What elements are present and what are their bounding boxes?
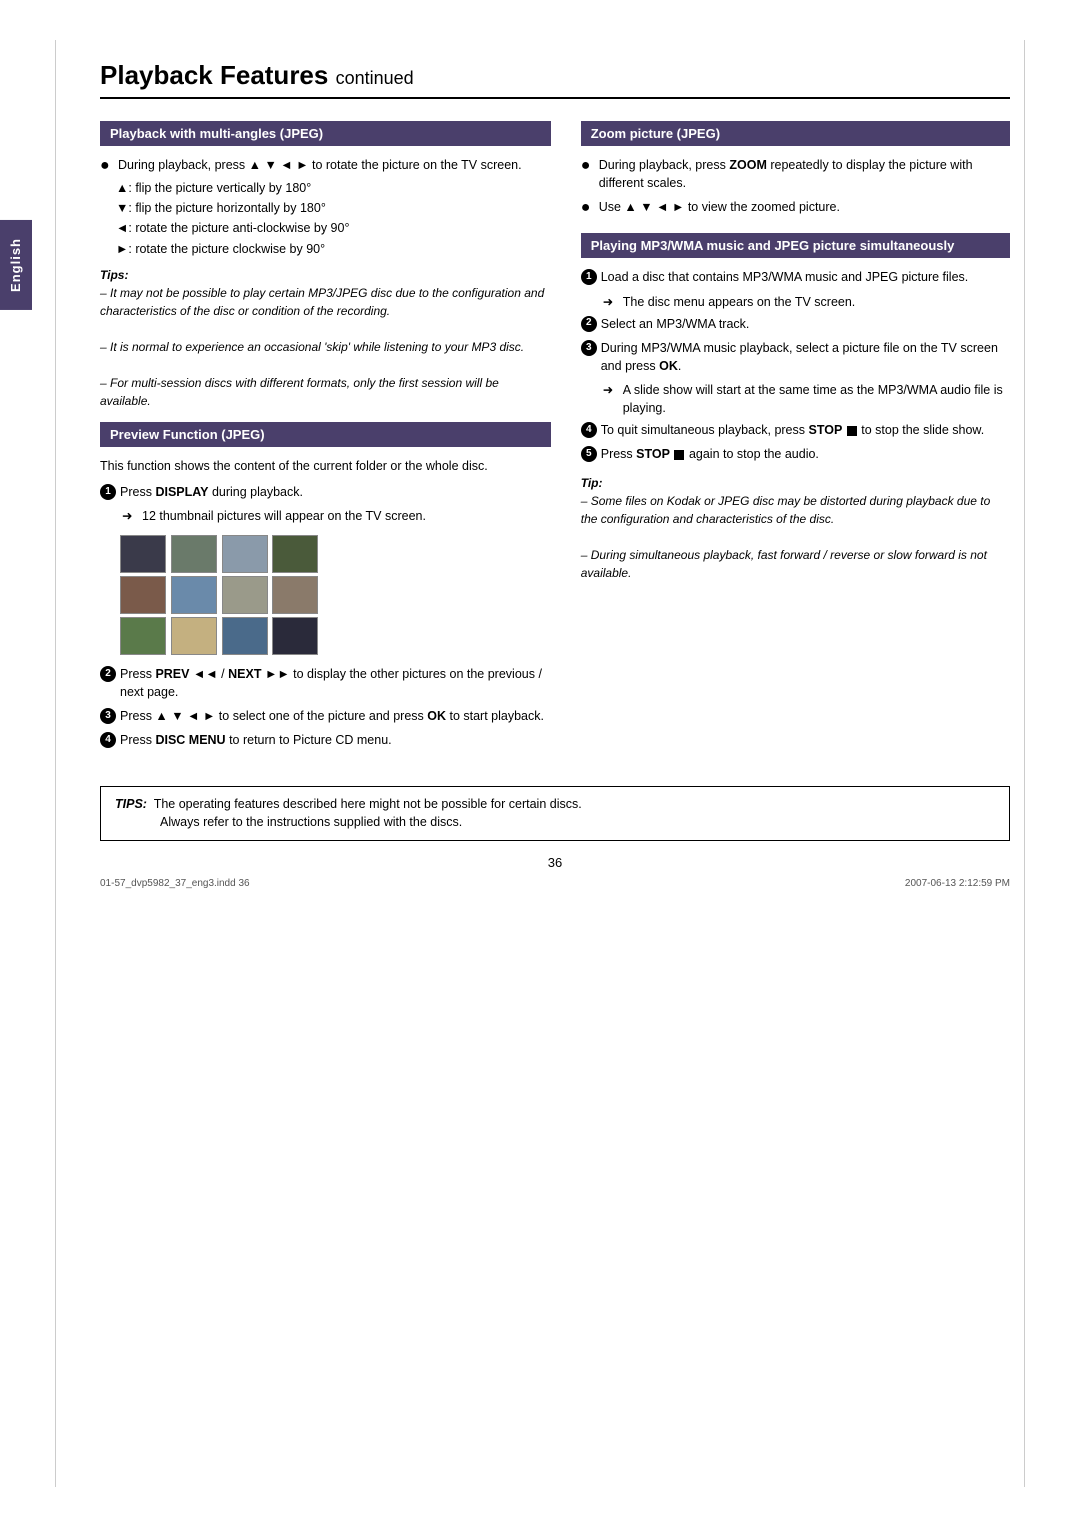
preview-steps: 1 Press DISPLAY during playback. ➜ 12 th…	[100, 483, 551, 750]
thumb-8	[272, 576, 318, 614]
bullet-dot-zoom1: ●	[581, 156, 595, 175]
thumb-12	[272, 617, 318, 655]
sub-item-4: ►: rotate the picture clockwise by 90°	[116, 240, 551, 258]
step-num-2: 2	[100, 666, 116, 682]
sim-step-4: 4 To quit simultaneous playback, press S…	[581, 421, 1010, 439]
stop-symbol-5	[674, 450, 684, 460]
sim-step-num-5: 5	[581, 446, 597, 462]
left-column: Playback with multi-angles (JPEG) ● Duri…	[100, 121, 551, 756]
file-info-left: 01-57_dvp5982_37_eng3.indd 36	[100, 878, 250, 889]
zoom-bullet2: ● Use ▲ ▼ ◄ ► to view the zoomed picture…	[581, 198, 1010, 217]
sub-item-3: ◄: rotate the picture anti-clockwise by …	[116, 219, 551, 237]
section-header-multiangles: Playback with multi-angles (JPEG)	[100, 121, 551, 146]
preview-step-1: 1 Press DISPLAY during playback.	[100, 483, 551, 501]
section-header-simultaneous: Playing MP3/WMA music and JPEG picture s…	[581, 233, 1010, 258]
sim-step-num-4: 4	[581, 422, 597, 438]
preview-step-3: 3 Press ▲ ▼ ◄ ► to select one of the pic…	[100, 707, 551, 725]
thumb-3	[222, 535, 268, 573]
footer-tips-text2: Always refer to the instructions supplie…	[160, 815, 462, 829]
page-number: 36	[100, 855, 1010, 870]
thumb-11	[222, 617, 268, 655]
left-margin-line	[55, 40, 56, 1487]
sim-step-1-arrow: ➜ The disc menu appears on the TV screen…	[603, 293, 1010, 311]
step-num-4: 4	[100, 732, 116, 748]
multiangle-bullet1: ● During playback, press ▲ ▼ ◄ ► to rota…	[100, 156, 551, 175]
sim-step-num-2: 2	[581, 316, 597, 332]
sim-step-3-arrow: ➜ A slide show will start at the same ti…	[603, 381, 1010, 417]
preview-intro: This function shows the content of the c…	[100, 457, 551, 475]
footer-tips-label: TIPS:	[115, 797, 147, 811]
sim-step-1: 1 Load a disc that contains MP3/WMA musi…	[581, 268, 1010, 286]
thumb-6	[171, 576, 217, 614]
simultaneous-steps: 1 Load a disc that contains MP3/WMA musi…	[581, 268, 1010, 463]
file-info-right: 2007-06-13 2:12:59 PM	[905, 878, 1010, 889]
side-tab-english: English	[0, 220, 32, 310]
zoom-bullet1: ● During playback, press ZOOM repeatedly…	[581, 156, 1010, 192]
multiangle-sublist: ▲: flip the picture vertically by 180° ▼…	[116, 179, 551, 258]
file-info: 01-57_dvp5982_37_eng3.indd 36 2007-06-13…	[100, 878, 1010, 889]
page: English Playback Features continued Play…	[0, 0, 1080, 1527]
footer-tips-text1: The operating features described here mi…	[154, 797, 582, 811]
sim-step-num-1: 1	[581, 269, 597, 285]
thumb-7	[222, 576, 268, 614]
right-margin-line	[1024, 40, 1025, 1487]
page-title: Playback Features continued	[100, 60, 1010, 99]
step-num-3: 3	[100, 708, 116, 724]
thumb-10	[171, 617, 217, 655]
bullet-dot: ●	[100, 156, 114, 175]
thumb-1	[120, 535, 166, 573]
footer-tips-box: TIPS: The operating features described h…	[100, 786, 1010, 842]
arrow-symbol: ➜	[122, 507, 138, 525]
multiangle-tips: Tips: – It may not be possible to play c…	[100, 266, 551, 410]
thumb-2	[171, 535, 217, 573]
right-column: Zoom picture (JPEG) ● During playback, p…	[581, 121, 1010, 756]
stop-symbol-4	[847, 426, 857, 436]
sub-item-2: ▼: flip the picture horizontally by 180°	[116, 199, 551, 217]
thumb-5	[120, 576, 166, 614]
simultaneous-tip: Tip: – Some files on Kodak or JPEG disc …	[581, 474, 1010, 582]
sim-step-num-3: 3	[581, 340, 597, 356]
arrow-sym-3: ➜	[603, 381, 619, 399]
section-header-preview: Preview Function (JPEG)	[100, 422, 551, 447]
preview-step-2: 2 Press PREV ◄◄ / NEXT ►► to display the…	[100, 665, 551, 701]
main-content: Playback with multi-angles (JPEG) ● Duri…	[100, 121, 1010, 756]
bullet-dot-zoom2: ●	[581, 198, 595, 217]
thumb-9	[120, 617, 166, 655]
preview-step-4: 4 Press DISC MENU to return to Picture C…	[100, 731, 551, 749]
sim-step-5: 5 Press STOP again to stop the audio.	[581, 445, 1010, 463]
thumbnail-grid	[120, 535, 320, 655]
arrow-sym-1: ➜	[603, 293, 619, 311]
preview-step-1-arrow: ➜ 12 thumbnail pictures will appear on t…	[122, 507, 551, 525]
sub-item-1: ▲: flip the picture vertically by 180°	[116, 179, 551, 197]
sim-step-3: 3 During MP3/WMA music playback, select …	[581, 339, 1010, 375]
thumb-4	[272, 535, 318, 573]
step-num-1: 1	[100, 484, 116, 500]
section-header-zoom: Zoom picture (JPEG)	[581, 121, 1010, 146]
sim-step-2: 2 Select an MP3/WMA track.	[581, 315, 1010, 333]
